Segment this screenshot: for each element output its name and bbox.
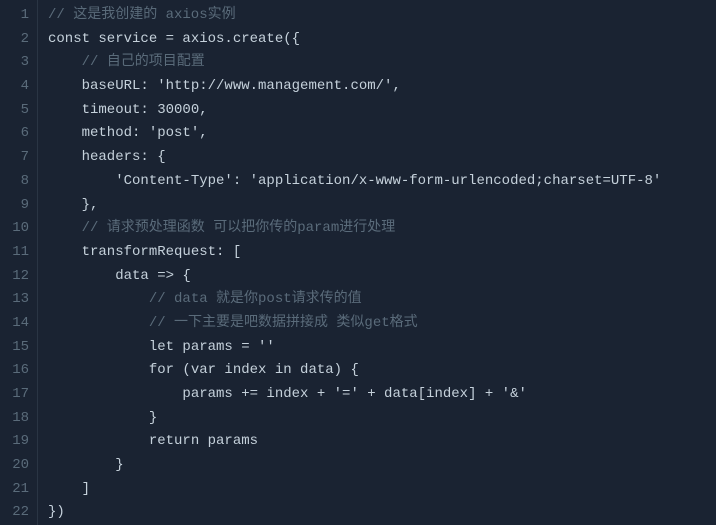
line-number: 19 — [12, 430, 29, 454]
code-line: method: 'post', — [48, 122, 706, 146]
line-number: 16 — [12, 359, 29, 383]
line-number: 6 — [12, 122, 29, 146]
code-line: timeout: 30000, — [48, 99, 706, 123]
code-editor: 12345678910111213141516171819202122 // 这… — [0, 0, 716, 525]
line-number: 15 — [12, 336, 29, 360]
line-number: 9 — [12, 194, 29, 218]
code-line: headers: { — [48, 146, 706, 170]
code-line: } — [48, 407, 706, 431]
code-line: for (var index in data) { — [48, 359, 706, 383]
line-number: 14 — [12, 312, 29, 336]
code-line: data => { — [48, 265, 706, 289]
line-number: 2 — [12, 28, 29, 52]
code-line: return params — [48, 430, 706, 454]
code-content: // 这是我创建的 axios实例const service = axios.c… — [38, 0, 716, 525]
code-line: 'Content-Type': 'application/x-www-form-… — [48, 170, 706, 194]
line-number: 22 — [12, 501, 29, 525]
line-number: 7 — [12, 146, 29, 170]
code-line: const service = axios.create({ — [48, 28, 706, 52]
line-number: 20 — [12, 454, 29, 478]
line-number: 11 — [12, 241, 29, 265]
code-line: } — [48, 454, 706, 478]
line-number: 8 — [12, 170, 29, 194]
line-number: 10 — [12, 217, 29, 241]
code-line: // 这是我创建的 axios实例 — [48, 4, 706, 28]
code-line: // 请求预处理函数 可以把你传的param进行处理 — [48, 217, 706, 241]
line-number: 3 — [12, 51, 29, 75]
line-number-gutter: 12345678910111213141516171819202122 — [0, 0, 38, 525]
code-line: let params = '' — [48, 336, 706, 360]
code-line: params += index + '=' + data[index] + '&… — [48, 383, 706, 407]
line-number: 13 — [12, 288, 29, 312]
code-line: baseURL: 'http://www.management.com/', — [48, 75, 706, 99]
code-line: // data 就是你post请求传的值 — [48, 288, 706, 312]
code-line: // 自己的项目配置 — [48, 51, 706, 75]
code-line: // 一下主要是吧数据拼接成 类似get格式 — [48, 312, 706, 336]
line-number: 5 — [12, 99, 29, 123]
line-number: 4 — [12, 75, 29, 99]
line-number: 21 — [12, 478, 29, 502]
code-line: transformRequest: [ — [48, 241, 706, 265]
line-number: 17 — [12, 383, 29, 407]
line-number: 18 — [12, 407, 29, 431]
line-number: 12 — [12, 265, 29, 289]
code-line: }) — [48, 501, 706, 525]
line-number: 1 — [12, 4, 29, 28]
code-line: ] — [48, 478, 706, 502]
code-line: }, — [48, 194, 706, 218]
